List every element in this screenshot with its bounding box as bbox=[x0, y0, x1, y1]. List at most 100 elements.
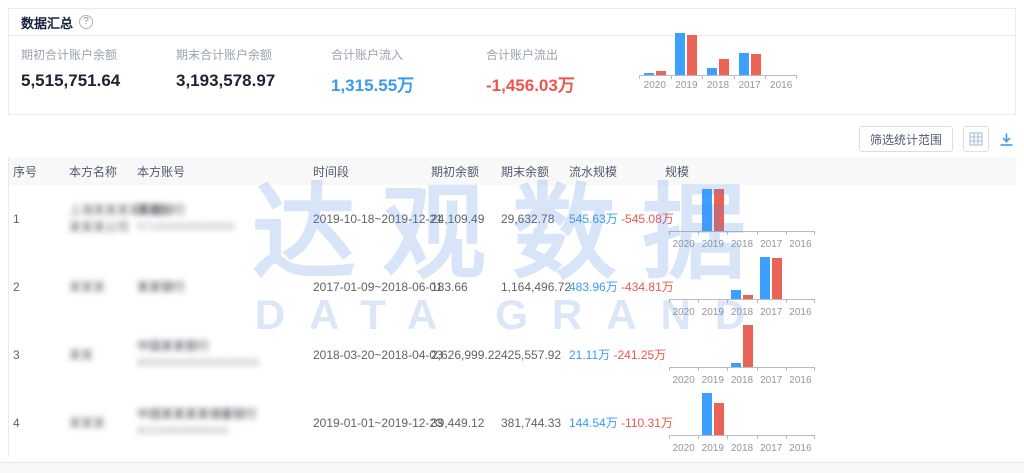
cell-own-account: 中国某某银行60000000000000000000 bbox=[137, 338, 313, 372]
axis-tick-label: 2018 bbox=[727, 304, 756, 321]
bank-name: 某某银行 bbox=[137, 279, 313, 296]
bar-inflow bbox=[702, 393, 712, 435]
row-bar-chart: 20202019201820172016 bbox=[669, 324, 815, 389]
accounts-table: 序号本方名称本方账号时间段期初余额期末余额流水规模规模 1上海某某某某科技某某某… bbox=[8, 157, 1016, 457]
cell-own-name: 某某 bbox=[69, 347, 137, 364]
chart-axis-labels: 20202019201820172016 bbox=[669, 304, 815, 321]
stat-2: 合计账户流入1,315.55万 bbox=[331, 46, 481, 96]
table-body: 1上海某某某某科技某某某公司某某银行97100000000000002019-1… bbox=[9, 185, 1016, 457]
chart-plot bbox=[669, 324, 815, 368]
bank-name: 某某银行 bbox=[137, 202, 313, 219]
chart-year-slot bbox=[698, 188, 727, 231]
own-name-line: 某某某 bbox=[69, 415, 137, 432]
chart-year-slot bbox=[727, 256, 756, 299]
cell-flow-scale: 21.11万 -241.25万 bbox=[569, 347, 665, 364]
table-row[interactable]: 4某某某中国某某某某储蓄银行6010000000000002019-01-01~… bbox=[9, 389, 1016, 457]
bar-outflow bbox=[687, 35, 697, 75]
bar-outflow bbox=[772, 258, 782, 299]
chart-plot bbox=[669, 256, 815, 300]
summary-bar-chart: 20202019201820172016 bbox=[639, 32, 797, 91]
axis-tick-label: 2019 bbox=[698, 236, 727, 253]
inflow-value: 483.96万 bbox=[569, 280, 618, 294]
chart-year-slot bbox=[671, 32, 703, 75]
chart-year-slot bbox=[786, 392, 815, 435]
table-row[interactable]: 1上海某某某某科技某某某公司某某银行97100000000000002019-1… bbox=[9, 185, 1016, 253]
chart-year-slot bbox=[669, 256, 698, 299]
column-header-0: 序号 bbox=[13, 163, 69, 180]
own-name-line: 某某某公司 bbox=[69, 219, 137, 236]
table-section: 筛选统计范围 bbox=[8, 124, 1016, 457]
chart-year-slot bbox=[757, 392, 786, 435]
cell-period: 2018-03-20~2018-04-03 bbox=[313, 347, 431, 364]
cell-opening-balance: 24,109.49 bbox=[431, 211, 501, 228]
inflow-value: 545.63万 bbox=[569, 212, 618, 226]
cell-own-account: 某某银行 bbox=[137, 279, 313, 296]
cell-opening-balance: 2,626,999.22 bbox=[431, 347, 501, 364]
cell-index: 3 bbox=[13, 347, 69, 364]
bar-inflow bbox=[707, 68, 717, 75]
cell-closing-balance: 29,632.78 bbox=[501, 211, 569, 228]
cell-scale-chart: 20202019201820172016 bbox=[665, 186, 1016, 253]
row-bar-chart: 20202019201820172016 bbox=[669, 256, 815, 321]
axis-tick-label: 2016 bbox=[786, 236, 815, 253]
bar-inflow bbox=[760, 257, 770, 299]
page-title: 数据汇总 bbox=[21, 13, 73, 32]
cell-flow-scale: 483.96万 -434.81万 bbox=[569, 279, 665, 296]
chart-year-slot bbox=[757, 256, 786, 299]
inflow-value: 21.11万 bbox=[569, 348, 610, 362]
chart-year-slot bbox=[765, 32, 797, 75]
table-row[interactable]: 2某某某某某银行2017-01-09~2018-06-01183.661,164… bbox=[9, 253, 1016, 321]
axis-tick-label: 2016 bbox=[786, 372, 815, 389]
filter-range-button[interactable]: 筛选统计范围 bbox=[859, 126, 953, 152]
table-row[interactable]: 3某某中国某某银行600000000000000000002018-03-20~… bbox=[9, 321, 1016, 389]
summary-card-header: 数据汇总 ? bbox=[9, 9, 1015, 36]
cell-own-account: 某某银行9710000000000000 bbox=[137, 202, 313, 236]
chart-plot bbox=[639, 32, 797, 76]
own-name-line: 某某 bbox=[69, 347, 137, 364]
axis-tick-label: 2017 bbox=[757, 236, 786, 253]
chart-axis-labels: 20202019201820172016 bbox=[669, 372, 815, 389]
cell-own-name: 某某某 bbox=[69, 279, 137, 296]
chart-year-slot bbox=[757, 188, 786, 231]
stat-0: 期初合计账户余额 5,515,751.64 bbox=[21, 46, 171, 91]
column-settings-button[interactable] bbox=[963, 126, 989, 152]
row-bar-chart: 20202019201820172016 bbox=[669, 392, 815, 457]
stat-label: 期初合计账户余额 bbox=[21, 46, 171, 63]
stat-label: 合计账户流出 bbox=[486, 46, 636, 63]
stat-value: 5,515,751.64 bbox=[21, 71, 171, 91]
row-bar-chart: 20202019201820172016 bbox=[669, 188, 815, 253]
axis-tick-label: 2016 bbox=[786, 304, 815, 321]
column-header-5: 期末余额 bbox=[501, 163, 569, 180]
chart-axis-labels: 20202019201820172016 bbox=[669, 440, 815, 457]
help-icon[interactable]: ? bbox=[79, 15, 93, 29]
cell-index: 1 bbox=[13, 211, 69, 228]
chart-year-slot bbox=[727, 188, 756, 231]
axis-tick-label: 2020 bbox=[669, 236, 698, 253]
chart-year-slot bbox=[727, 392, 756, 435]
download-icon bbox=[999, 132, 1014, 147]
axis-tick-label: 2020 bbox=[669, 372, 698, 389]
cell-opening-balance: 183.66 bbox=[431, 279, 501, 296]
download-button[interactable] bbox=[999, 132, 1014, 147]
outflow-value: -241.25万 bbox=[613, 348, 666, 362]
axis-tick-label: 2017 bbox=[757, 304, 786, 321]
axis-tick-label: 2019 bbox=[698, 304, 727, 321]
bar-inflow bbox=[675, 33, 685, 75]
cell-closing-balance: 1,164,496.72 bbox=[501, 279, 569, 296]
cell-own-name: 某某某 bbox=[69, 415, 137, 432]
bar-outflow bbox=[656, 71, 666, 75]
chart-year-slot bbox=[727, 324, 756, 367]
cell-closing-balance: 425,557.92 bbox=[501, 347, 569, 364]
axis-tick-label: 2016 bbox=[765, 80, 797, 91]
account-number: 60000000000000000000 bbox=[137, 355, 313, 372]
chart-plot bbox=[669, 188, 815, 232]
cell-scale-chart: 20202019201820172016 bbox=[665, 254, 1016, 321]
cell-index: 2 bbox=[13, 279, 69, 296]
stat-label: 期末合计账户余额 bbox=[176, 46, 326, 63]
axis-tick-label: 2019 bbox=[698, 372, 727, 389]
chart-axis-labels: 20202019201820172016 bbox=[639, 80, 797, 91]
chart-axis-labels: 20202019201820172016 bbox=[669, 236, 815, 253]
axis-tick-label: 2018 bbox=[727, 236, 756, 253]
bar-inflow bbox=[739, 53, 749, 75]
chart-year-slot bbox=[698, 324, 727, 367]
